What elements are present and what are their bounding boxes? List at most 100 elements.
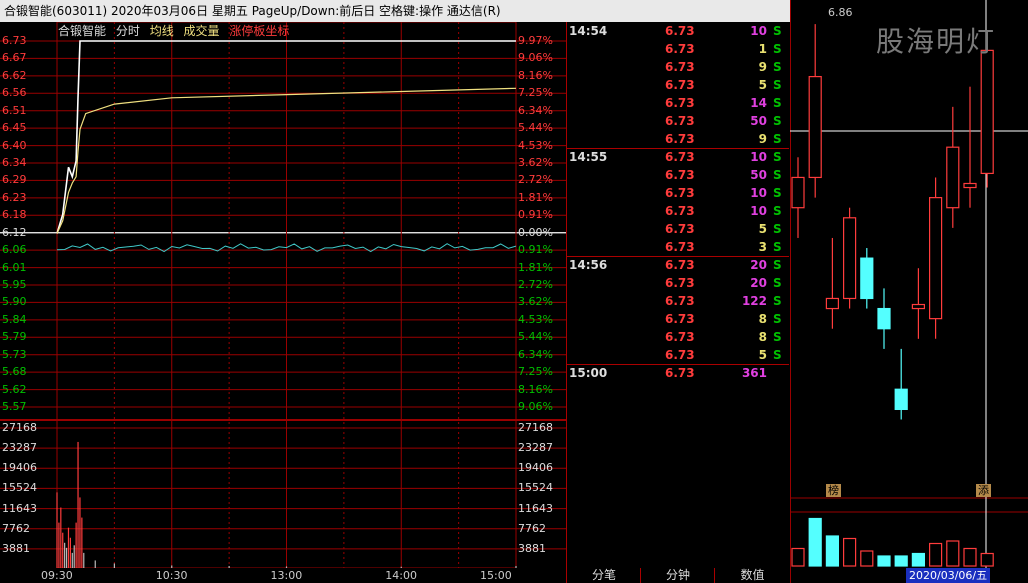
tab-volume[interactable]: 成交量 bbox=[184, 24, 220, 38]
percent-tick-label: 0.91% bbox=[518, 208, 553, 222]
tick-direction: S bbox=[773, 330, 782, 344]
percent-tick-label: 8.16% bbox=[518, 68, 553, 82]
tab-average-line[interactable]: 均线 bbox=[150, 24, 174, 38]
percent-tick-label: 5.44% bbox=[518, 330, 553, 344]
percent-tick-label: 7.25% bbox=[518, 86, 553, 100]
tick-price: 6.73 bbox=[665, 42, 695, 56]
tick-row: 6.73 8 S bbox=[567, 328, 789, 346]
tick-direction: S bbox=[773, 258, 782, 272]
tick-price: 6.73 bbox=[665, 330, 695, 344]
tick-volume: 361 bbox=[741, 366, 767, 380]
tick-row: 6.73 1 S bbox=[567, 40, 789, 58]
percent-tick-label: 3.62% bbox=[518, 156, 553, 169]
volume-tick-label: 3881 bbox=[2, 541, 30, 555]
tick-volume: 50 bbox=[750, 114, 767, 128]
price-tick-label: 6.23 bbox=[2, 190, 27, 204]
stock-name: 合锻智能 bbox=[58, 24, 107, 38]
price-tick-label: 6.62 bbox=[2, 68, 27, 82]
tick-price: 6.73 bbox=[665, 294, 695, 308]
tick-volume: 3 bbox=[758, 240, 767, 254]
percent-tick-label: 8.16% bbox=[518, 382, 553, 396]
volume-tick-label: 23287 bbox=[2, 441, 37, 455]
kline-badge-right[interactable]: 添 bbox=[976, 484, 991, 497]
tick-price: 6.73 bbox=[665, 96, 695, 110]
tab-values[interactable]: 数值 bbox=[714, 568, 790, 583]
volume-tick-label: 11643 bbox=[2, 501, 37, 515]
price-tick-label: 5.95 bbox=[2, 278, 27, 291]
tab-ticks[interactable]: 分笔 bbox=[566, 568, 641, 583]
tick-row: 6.73 9 S bbox=[567, 58, 789, 76]
kline-badge-left[interactable]: 榜 bbox=[826, 484, 841, 497]
price-tick-label: 5.90 bbox=[2, 295, 27, 309]
tick-volume: 9 bbox=[758, 60, 767, 74]
kline-volume-bar bbox=[929, 542, 943, 567]
candle-body bbox=[946, 146, 960, 209]
tick-volume: 10 bbox=[750, 150, 767, 164]
time-tick-label: 14:00 bbox=[385, 569, 417, 582]
tick-row: 14:54 6.73 10 S bbox=[567, 22, 789, 40]
tick-direction: S bbox=[773, 276, 782, 290]
tab-limit-up-axis[interactable]: 涨停板坐标 bbox=[229, 24, 289, 38]
tick-row: 6.73 10 S bbox=[567, 202, 789, 220]
tick-row: 6.73 20 S bbox=[567, 274, 789, 292]
price-tick-label: 6.40 bbox=[2, 138, 27, 152]
tick-price: 6.73 bbox=[665, 78, 695, 92]
watermark-logo: 股海明灯 bbox=[876, 25, 997, 58]
intraday-chart-panel[interactable]: 合锻智能 分时 均线 成交量 涨停板坐标 6.73 6.67 6.62 6.56 6.5… bbox=[0, 22, 566, 568]
percent-tick-label: 7.25% bbox=[518, 365, 553, 379]
volume-tick-label: 15524 bbox=[518, 481, 553, 495]
price-tick-label: 5.79 bbox=[2, 330, 27, 344]
candle-body bbox=[791, 176, 805, 209]
candle-body bbox=[808, 75, 822, 179]
tick-volume: 9 bbox=[758, 132, 767, 146]
kline-high-label: 6.86 bbox=[828, 6, 853, 19]
tick-direction: S bbox=[773, 204, 782, 218]
candle-body bbox=[963, 182, 977, 189]
tick-row: 6.73 50 S bbox=[567, 166, 789, 184]
volume-tick-label: 19406 bbox=[518, 461, 553, 475]
price-tick-label: 6.29 bbox=[2, 173, 27, 187]
tick-time: 14:55 bbox=[569, 150, 608, 164]
tick-direction: S bbox=[773, 78, 782, 92]
tab-minutes[interactable]: 分钟 bbox=[640, 568, 715, 583]
tick-volume: 8 bbox=[758, 330, 767, 344]
tick-price: 6.73 bbox=[665, 276, 695, 290]
tick-row: 15:00 6.73 361 bbox=[567, 364, 789, 382]
tick-price: 6.73 bbox=[665, 186, 695, 200]
tick-row: 6.73 122 S bbox=[567, 292, 789, 310]
intraday-chart[interactable] bbox=[0, 22, 566, 568]
candle-body bbox=[980, 49, 994, 175]
price-tick-label: 6.56 bbox=[2, 86, 27, 100]
percent-tick-label: 9.06% bbox=[518, 400, 553, 413]
kline-volume-bar bbox=[825, 535, 840, 567]
tick-row: 6.73 14 S bbox=[567, 94, 789, 112]
tick-price: 6.73 bbox=[665, 168, 695, 182]
tick-list-panel[interactable]: 14:54 6.73 10 S 6.73 1 S 6.73 9 S 6.73 5 S 6.73 14 S 6.7… bbox=[566, 22, 790, 568]
tick-volume: 10 bbox=[750, 204, 767, 218]
tick-volume: 10 bbox=[750, 24, 767, 38]
candle-body bbox=[842, 217, 857, 300]
price-tick-label: 6.06 bbox=[2, 243, 27, 257]
percent-tick-label: 1.81% bbox=[518, 190, 553, 204]
time-tick-label: 10:30 bbox=[155, 569, 188, 582]
tab-timeshare[interactable]: 分时 bbox=[116, 24, 140, 38]
tick-direction: S bbox=[773, 114, 782, 128]
tick-volume: 8 bbox=[758, 312, 767, 326]
price-tick-label: 5.62 bbox=[2, 382, 27, 396]
candle-body bbox=[877, 307, 891, 330]
kline-volume-bar bbox=[946, 540, 960, 567]
tick-price: 6.73 bbox=[665, 348, 695, 362]
tick-row: 6.73 5 S bbox=[567, 220, 789, 238]
time-tick-label: 09:30 bbox=[41, 569, 73, 582]
volume-tick-label: 3881 bbox=[518, 541, 546, 555]
tick-price: 6.73 bbox=[665, 312, 695, 326]
price-tick-label: 6.12 bbox=[2, 225, 27, 239]
percent-tick-label: 4.53% bbox=[518, 312, 553, 326]
tick-price: 6.73 bbox=[665, 240, 695, 254]
volume-tick-label: 19406 bbox=[2, 461, 37, 475]
tick-volume: 1 bbox=[758, 42, 767, 56]
kline-volume-bar bbox=[894, 555, 908, 567]
candle-body bbox=[929, 197, 943, 320]
tick-price: 6.73 bbox=[665, 258, 695, 272]
price-tick-label: 6.67 bbox=[2, 51, 27, 65]
